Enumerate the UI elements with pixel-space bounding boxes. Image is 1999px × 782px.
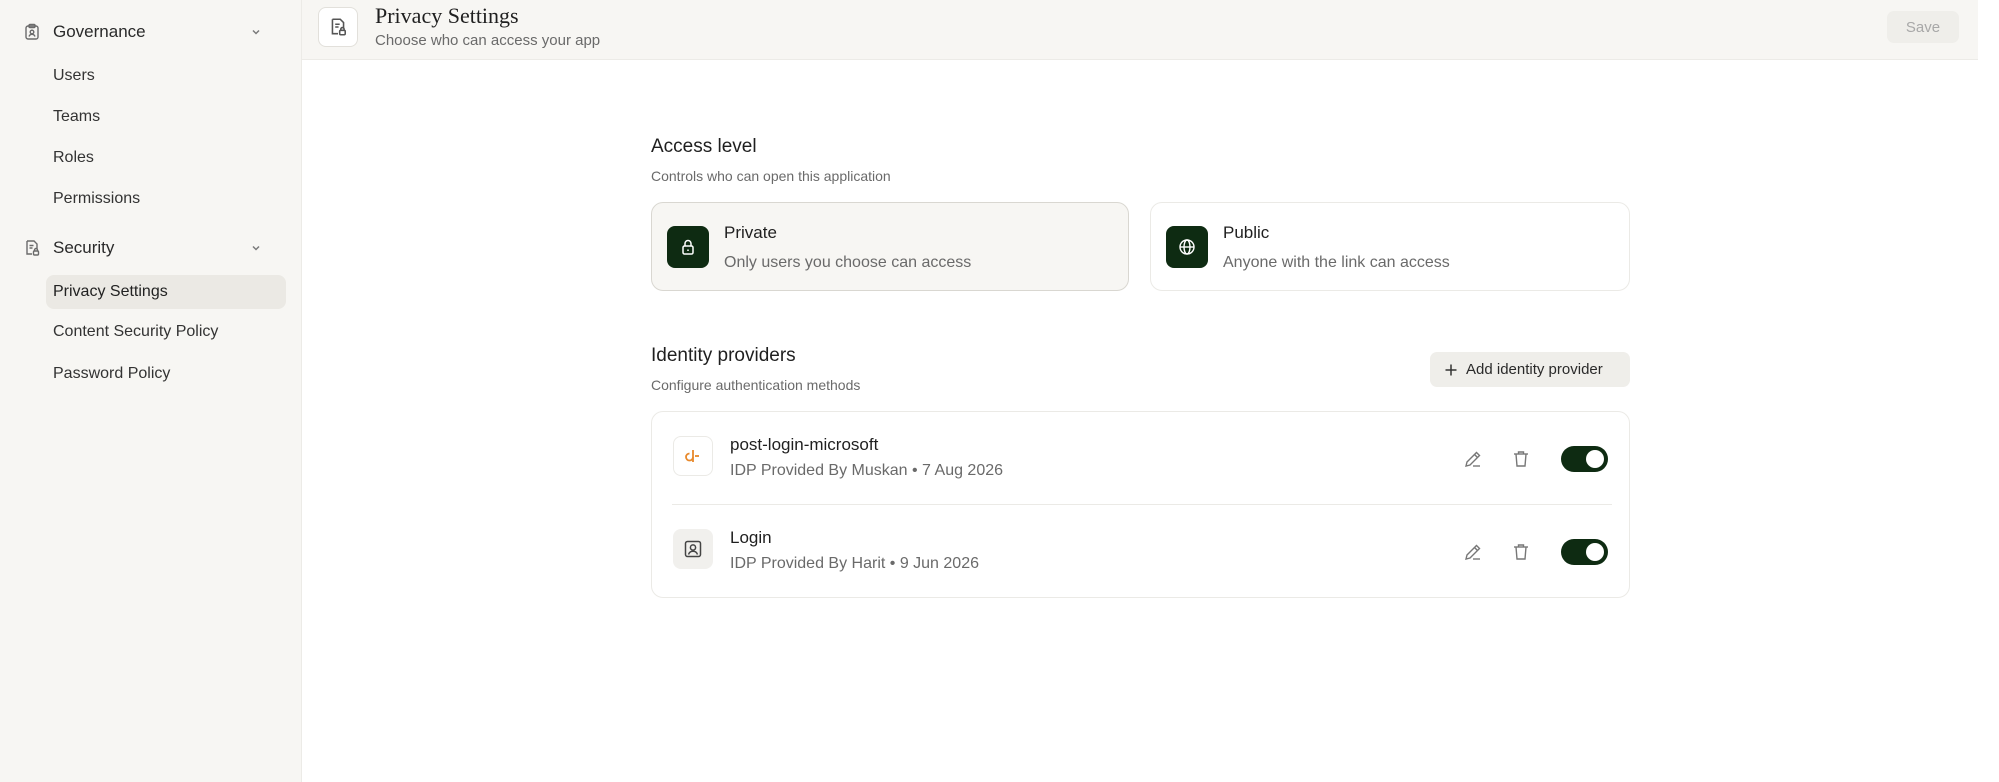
add-identity-provider-label: Add identity provider — [1466, 361, 1603, 378]
clipboard-icon — [22, 22, 42, 42]
edit-icon[interactable] — [1462, 541, 1484, 563]
sidebar-group-governance[interactable]: Governance — [22, 15, 278, 49]
user-card-icon — [673, 529, 713, 569]
sidebar-item-password-policy[interactable]: Password Policy — [46, 357, 286, 391]
access-option-description: Only users you choose can access — [724, 254, 972, 271]
page-header: Privacy Settings Choose who can access y… — [302, 0, 1978, 60]
save-button[interactable]: Save — [1887, 11, 1959, 43]
page-title: Privacy Settings — [375, 3, 519, 28]
trash-icon[interactable] — [1510, 541, 1532, 563]
access-level-subtitle: Controls who can open this application — [651, 168, 891, 184]
sidebar-item-permissions[interactable]: Permissions — [46, 182, 286, 216]
provider-logo-icon — [673, 436, 713, 476]
identity-provider-list: post-login-microsoft IDP Provided By Mus… — [651, 411, 1630, 598]
identity-providers-title: Identity providers — [651, 345, 796, 366]
access-option-title: Public — [1223, 223, 1270, 242]
access-option-public[interactable]: Public Anyone with the link can access — [1150, 202, 1630, 291]
list-item: Login IDP Provided By Harit • 9 Jun 2026 — [652, 505, 1629, 597]
sidebar-item-teams[interactable]: Teams — [46, 100, 286, 134]
sidebar-group-security[interactable]: Security — [22, 231, 278, 265]
page-subtitle: Choose who can access your app — [375, 32, 601, 49]
sidebar: Governance Users Teams Roles Permissions… — [0, 0, 302, 782]
identity-providers-subtitle: Configure authentication methods — [651, 377, 861, 393]
toggle-knob — [1586, 543, 1604, 561]
sidebar-item-content-security-policy[interactable]: Content Security Policy — [46, 315, 286, 349]
sidebar-item-roles[interactable]: Roles — [46, 141, 286, 175]
sidebar-item-users[interactable]: Users — [46, 59, 286, 93]
access-option-private[interactable]: Private Only users you choose can access — [651, 202, 1129, 291]
edit-icon[interactable] — [1462, 448, 1484, 470]
toggle-knob — [1586, 450, 1604, 468]
provider-name: Login — [730, 528, 772, 547]
plus-icon — [1443, 362, 1459, 378]
globe-icon — [1166, 226, 1208, 268]
chevron-down-icon — [248, 240, 264, 256]
sidebar-group-label: Governance — [53, 22, 146, 41]
document-lock-icon — [22, 238, 42, 258]
provider-name: post-login-microsoft — [730, 435, 879, 454]
add-identity-provider-button[interactable]: Add identity provider — [1430, 352, 1630, 387]
lock-icon — [667, 226, 709, 268]
sidebar-item-privacy-settings[interactable]: Privacy Settings — [46, 275, 286, 309]
document-lock-icon — [318, 7, 358, 47]
access-option-title: Private — [724, 223, 777, 242]
access-level-title: Access level — [651, 136, 757, 157]
list-item: post-login-microsoft IDP Provided By Mus… — [652, 412, 1629, 505]
provider-meta: IDP Provided By Harit • 9 Jun 2026 — [730, 555, 979, 572]
access-option-description: Anyone with the link can access — [1223, 254, 1450, 271]
trash-icon[interactable] — [1510, 448, 1532, 470]
provider-enabled-toggle[interactable] — [1561, 446, 1608, 472]
sidebar-group-label: Security — [53, 238, 115, 257]
provider-enabled-toggle[interactable] — [1561, 539, 1608, 565]
chevron-down-icon — [248, 24, 264, 40]
provider-meta: IDP Provided By Muskan • 7 Aug 2026 — [730, 462, 1004, 479]
